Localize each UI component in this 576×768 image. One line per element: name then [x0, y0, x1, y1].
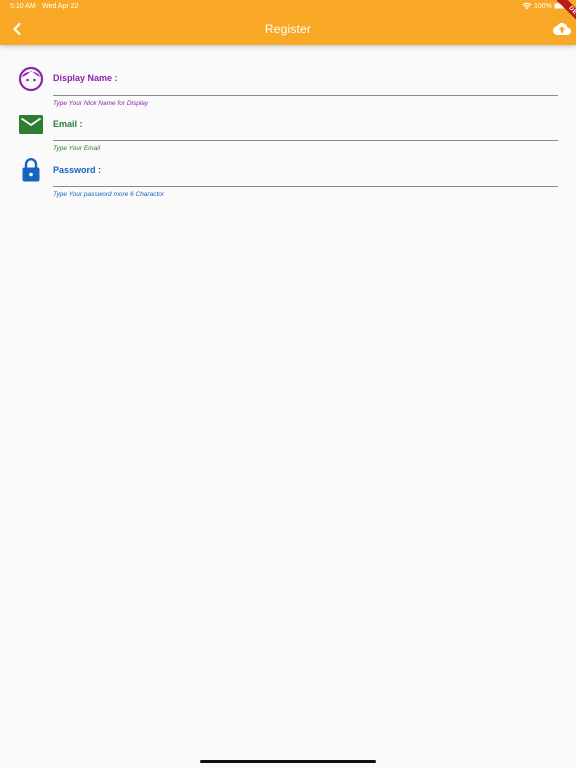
page-title: Register	[264, 22, 312, 36]
cloud-upload-icon[interactable]	[553, 22, 571, 36]
password-helper: Type Your password more 6 Charactor	[53, 191, 165, 198]
password-field: Password : Type Your password more 6 Cha…	[0, 157, 576, 202]
display-name-helper: Type Your Nick Name for Display	[53, 100, 149, 107]
display-name-field: Display Name : Type Your Nick Name for D…	[0, 66, 576, 111]
status-date: Wed Apr 22	[42, 3, 79, 10]
display-name-input[interactable]	[53, 81, 558, 96]
password-input[interactable]	[53, 172, 558, 187]
wifi-icon	[522, 2, 532, 10]
app-bar: 5:10 AM Wed Apr 22 100% Register DEBUG	[0, 0, 576, 45]
register-screen: 5:10 AM Wed Apr 22 100% Register DEBUG D…	[0, 0, 576, 768]
email-input[interactable]	[53, 126, 558, 141]
lock-icon	[22, 157, 40, 182]
battery-percentage: 100%	[534, 3, 552, 10]
status-time: 5:10 AM	[10, 3, 36, 10]
home-indicator	[200, 760, 376, 763]
status-bar: 5:10 AM Wed Apr 22 100%	[0, 0, 576, 14]
face-icon	[18, 66, 44, 92]
email-helper: Type Your Email	[53, 145, 101, 152]
battery-icon	[554, 3, 566, 9]
email-field: Email : Type Your Email	[0, 112, 576, 157]
email-icon	[19, 115, 43, 134]
